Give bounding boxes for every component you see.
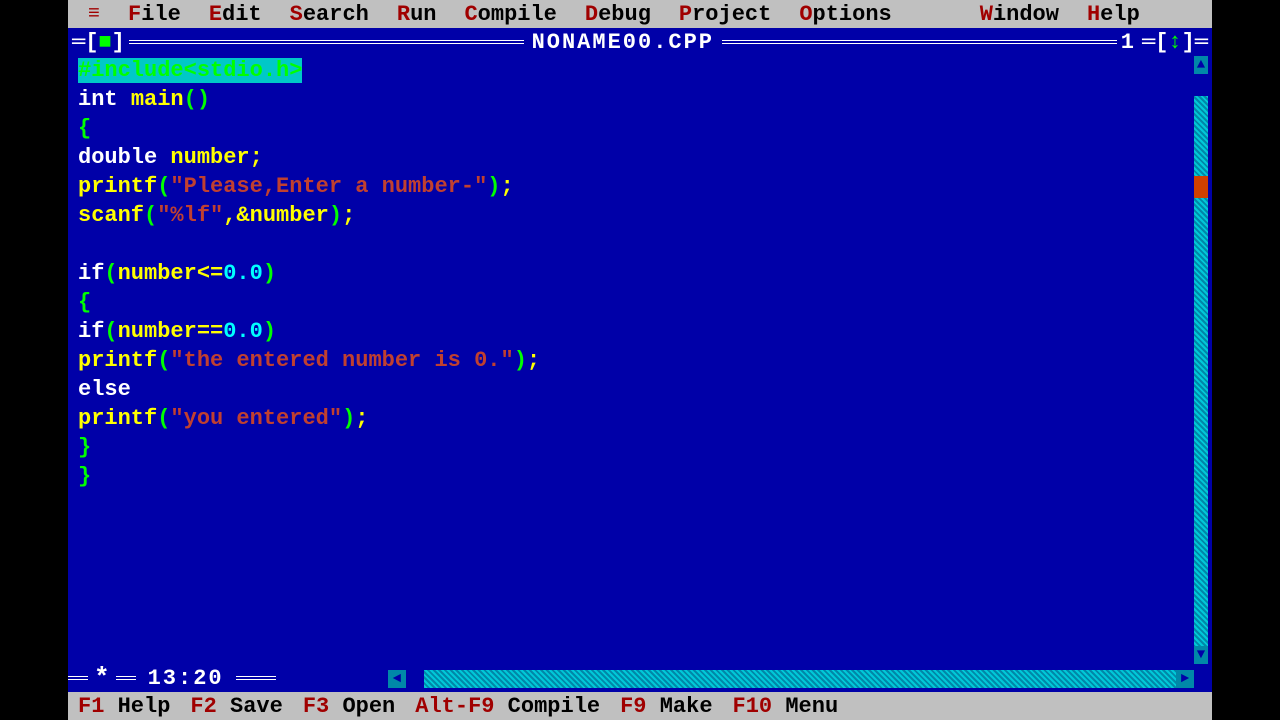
status-open[interactable]: F3 Open — [303, 694, 395, 719]
scroll-thumb-h[interactable] — [406, 670, 424, 688]
editor-window: ═[■] NONAME00.CPP 1 ═[↕]═ #include<stdio… — [68, 28, 1212, 692]
code-line[interactable]: } — [78, 462, 1192, 491]
code-line[interactable]: printf("you entered"); — [78, 404, 1192, 433]
menu-window[interactable]: Window — [980, 2, 1059, 27]
code-line[interactable]: scanf("%lf",&number); — [78, 201, 1192, 230]
scroll-down-icon[interactable]: ▼ — [1194, 646, 1208, 664]
scroll-left-icon[interactable]: ◄ — [388, 670, 406, 688]
scroll-thumb-v[interactable] — [1194, 176, 1208, 198]
code-line[interactable]: else — [78, 375, 1192, 404]
status-help[interactable]: F1 Help — [78, 694, 170, 719]
window-titlebar: ═[■] NONAME00.CPP 1 ═[↕]═ — [68, 28, 1212, 56]
window-title: NONAME00.CPP — [524, 30, 722, 55]
menu-edit[interactable]: Edit — [209, 2, 262, 27]
menu-options[interactable]: Options — [799, 2, 891, 27]
code-editor[interactable]: #include<stdio.h>int main(){double numbe… — [78, 56, 1192, 664]
menu-help[interactable]: Help — [1087, 2, 1140, 27]
code-line[interactable] — [78, 230, 1192, 259]
menu-file[interactable]: File — [128, 2, 181, 27]
menu-debug[interactable]: Debug — [585, 2, 651, 27]
window-maximize-button[interactable]: ═[↕]═ — [1138, 30, 1212, 55]
menu-run[interactable]: Run — [397, 2, 437, 27]
cursor-position: 13:20 — [136, 666, 236, 691]
scroll-right-icon[interactable]: ► — [1176, 670, 1194, 688]
status-menu[interactable]: F10 Menu — [733, 694, 839, 719]
scroll-up-icon[interactable]: ▲ — [1194, 56, 1208, 74]
statusbar: F1 Help F2 Save F3 Open Alt-F9 Compile F9 Ma… — [68, 692, 1212, 720]
code-line[interactable]: if(number==0.0) — [78, 317, 1192, 346]
window-number: 1 — [1117, 30, 1138, 55]
status-make[interactable]: F9 Make — [620, 694, 712, 719]
code-line[interactable]: { — [78, 288, 1192, 317]
code-line[interactable]: printf("Please,Enter a number-"); — [78, 172, 1192, 201]
code-line[interactable]: #include<stdio.h> — [78, 56, 1192, 85]
code-line[interactable]: double number; — [78, 143, 1192, 172]
status-compile[interactable]: Alt-F9 Compile — [415, 694, 600, 719]
menu-compile[interactable]: Compile — [464, 2, 556, 27]
status-save[interactable]: F2 Save — [190, 694, 282, 719]
code-line[interactable]: { — [78, 114, 1192, 143]
horizontal-scrollbar[interactable]: ◄ ► — [388, 670, 1194, 688]
code-line[interactable]: } — [78, 433, 1192, 462]
menu-search[interactable]: Search — [290, 2, 369, 27]
code-line[interactable]: printf("the entered number is 0."); — [78, 346, 1192, 375]
window-close-button[interactable]: ═[■] — [68, 30, 129, 55]
modified-indicator-icon: * — [88, 663, 116, 693]
system-menu-icon[interactable]: ≡ — [88, 3, 100, 26]
menu-project[interactable]: Project — [679, 2, 771, 27]
vertical-scrollbar[interactable]: ▲ ▼ — [1194, 56, 1208, 664]
code-line[interactable]: int main() — [78, 85, 1192, 114]
menubar: ≡ File Edit Search Run Compile Debug Project Op… — [68, 0, 1212, 28]
code-line[interactable]: if(number<=0.0) — [78, 259, 1192, 288]
